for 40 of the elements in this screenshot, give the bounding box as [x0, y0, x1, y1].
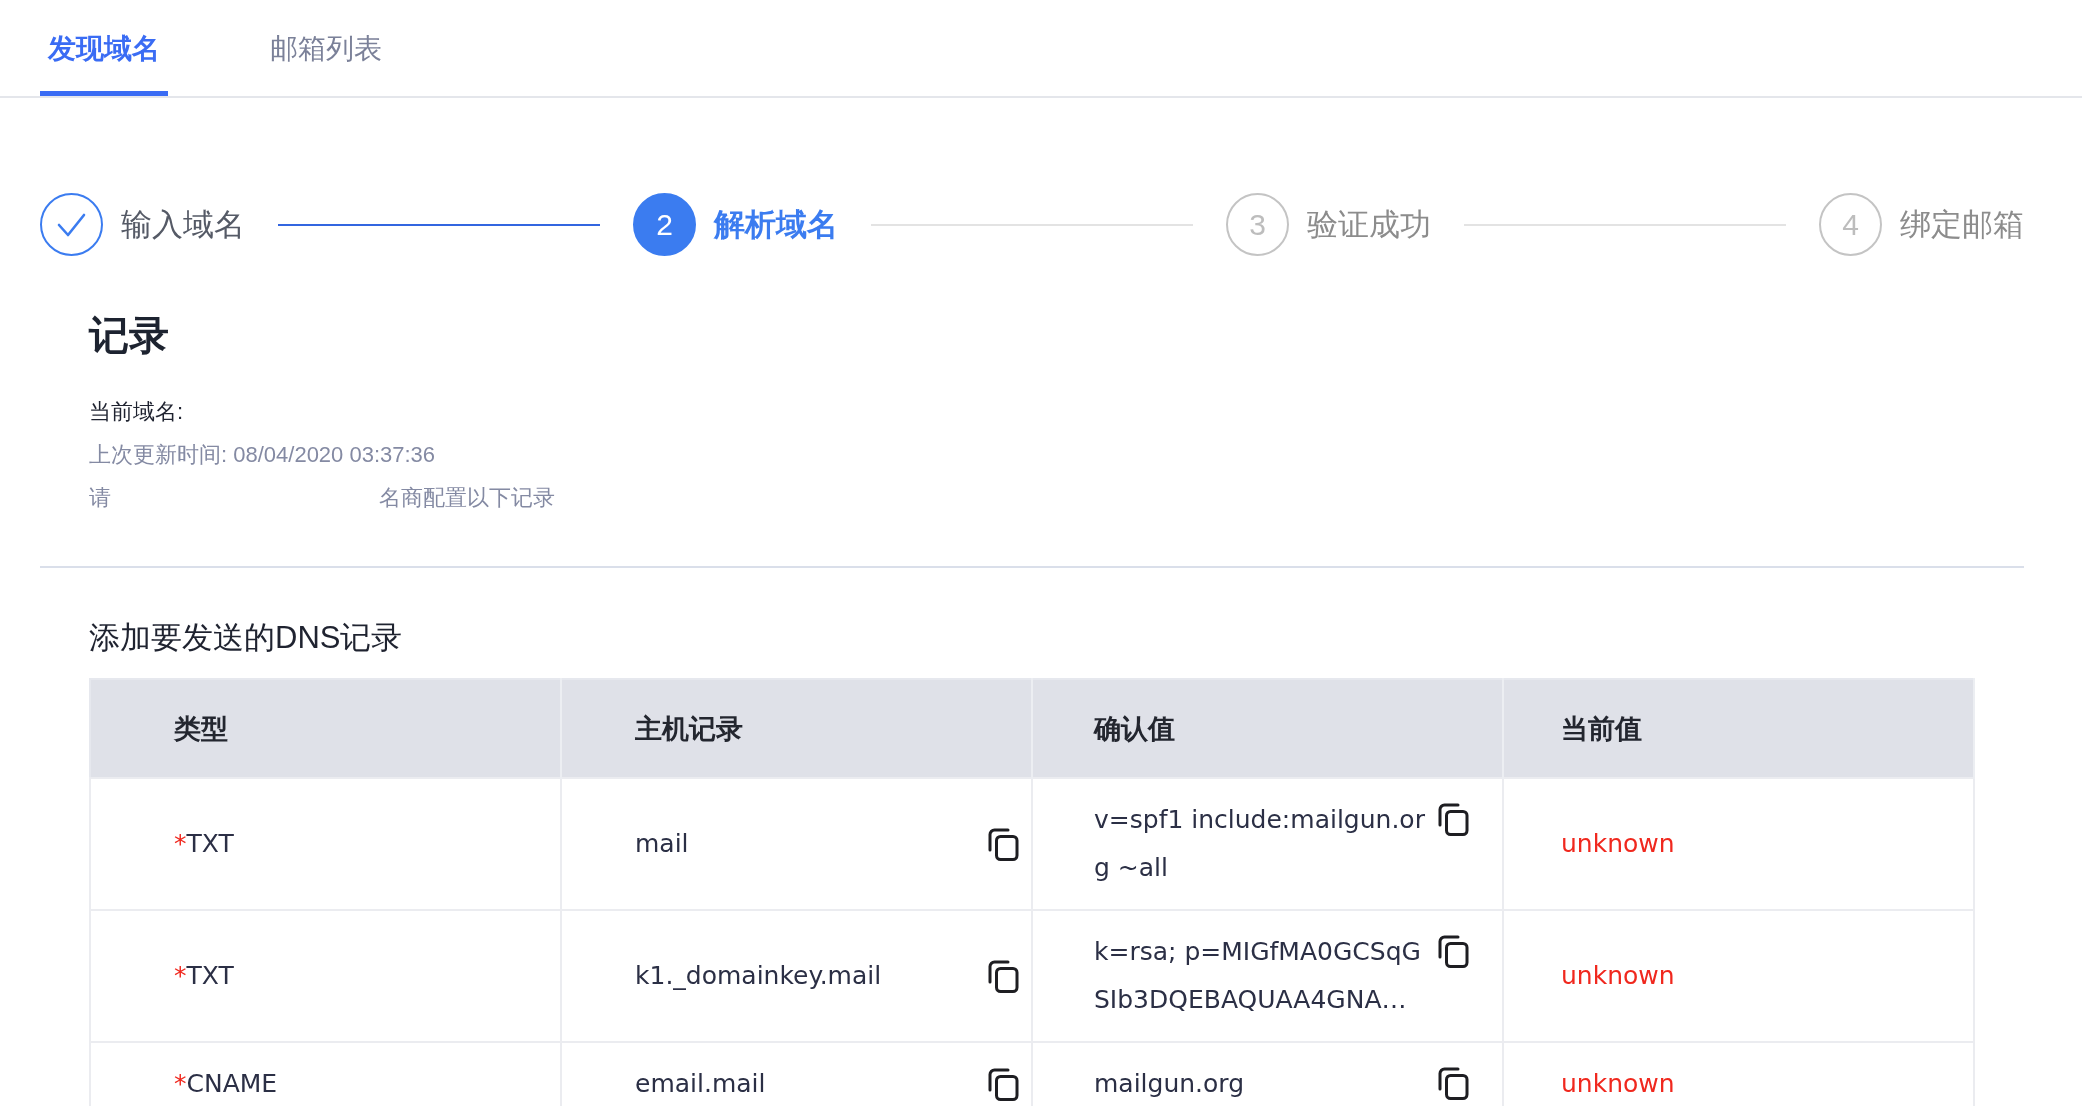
section-title: 记录: [89, 312, 170, 359]
step-label: 输入域名: [121, 205, 245, 244]
step-number: 2: [633, 193, 696, 256]
step-label: 解析域名: [714, 205, 838, 244]
table-title: 添加要发送的DNS记录: [89, 619, 404, 657]
tab[interactable]: 邮箱列表: [262, 0, 390, 96]
domain-label: 当前域名:: [89, 397, 184, 426]
host-record: mail: [635, 829, 689, 858]
record-type: CNAME: [186, 1069, 278, 1098]
copy-icon[interactable]: [988, 1067, 1019, 1101]
copy-icon[interactable]: [988, 827, 1019, 861]
copy-icon[interactable]: [1438, 935, 1469, 968]
step-number: 4: [1819, 193, 1882, 256]
current-value: unknown: [1561, 961, 1675, 990]
host-record: k1._domainkey.mail: [635, 961, 882, 990]
column-header: 确认值: [1032, 679, 1503, 778]
step-number: 3: [1226, 193, 1289, 256]
required-mark: *: [174, 1069, 187, 1098]
copy-icon[interactable]: [1438, 1067, 1469, 1100]
record-type: TXT: [186, 961, 234, 990]
record-type: TXT: [186, 829, 234, 858]
tab[interactable]: 发现域名: [40, 0, 168, 96]
current-value: unknown: [1561, 829, 1675, 858]
host-record: email.mail: [635, 1069, 766, 1098]
required-mark: *: [174, 961, 187, 990]
step-label: 绑定邮箱: [1900, 205, 2024, 244]
instruction-text: 请: [89, 483, 111, 512]
confirm-value: mailgun.org: [1094, 1069, 1245, 1098]
copy-icon[interactable]: [988, 959, 1019, 993]
confirm-value: k=rsa; p=MIGfMA0GCSqGSIb3DQEBAQUAA4GNA…: [1094, 937, 1421, 1014]
required-mark: *: [174, 829, 187, 858]
update-time: 上次更新时间: 08/04/2020 03:37:36: [89, 440, 436, 469]
copy-icon[interactable]: [1438, 803, 1469, 836]
column-header: 类型: [90, 679, 561, 778]
current-value: unknown: [1561, 1069, 1675, 1098]
instruction-text: 名商配置以下记录: [379, 483, 555, 512]
step-label: 验证成功: [1307, 205, 1431, 244]
column-header: 当前值: [1503, 679, 1974, 778]
column-header: 主机记录: [561, 679, 1032, 778]
confirm-value: v=spf1 include:mailgun.org ~all: [1094, 805, 1425, 882]
